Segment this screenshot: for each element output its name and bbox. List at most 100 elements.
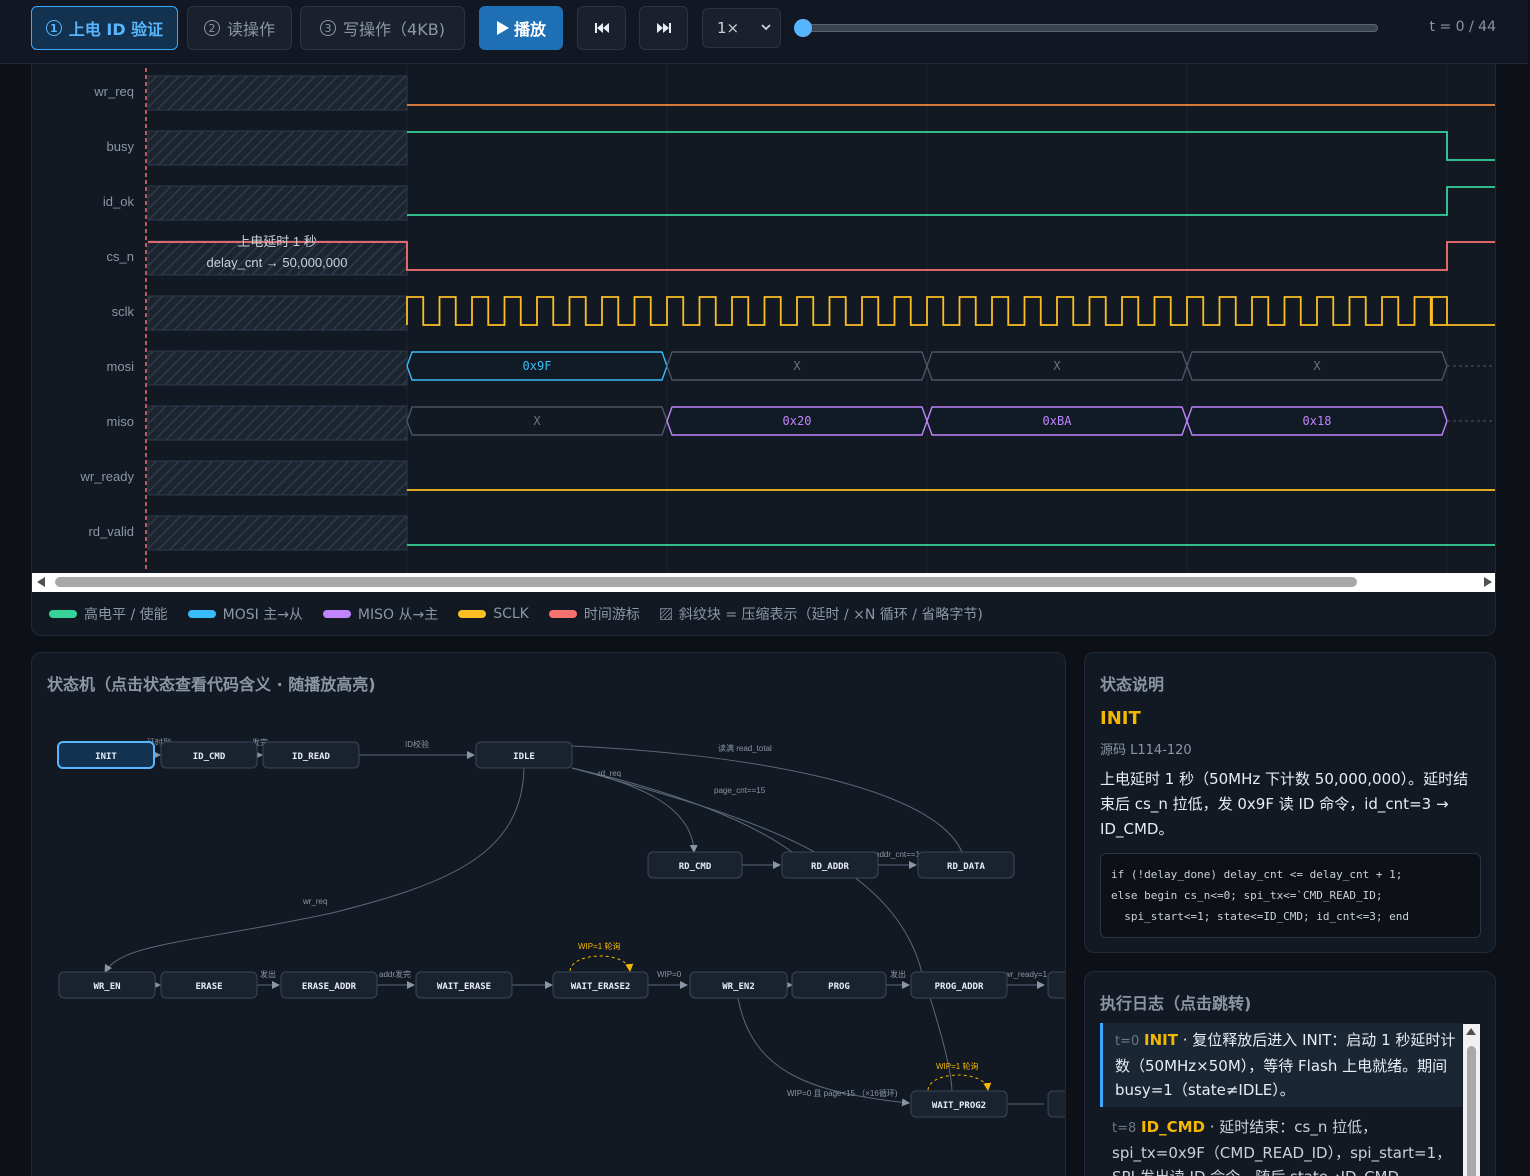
scrollbar-thumb[interactable] [55,577,1357,587]
edge-label: WIP=1 轮询 [936,1061,978,1071]
legend-label: MISO 从→主 [357,607,439,623]
fsm-state-label: PROG_ADDR [935,982,984,992]
edge-label: WIP=0 且 page<15 （×16循环) [787,1088,898,1098]
fsm-title: 状态机（点击状态查看代码含义 · 随播放高亮) [47,675,376,694]
fsm-state-id-read[interactable]: ID_READ [262,741,360,769]
legend-swatch [187,610,216,618]
edge-label: wr_ready=1 [1004,970,1048,979]
fsm-state-wait-prog2[interactable]: WAIT_PROG2 [910,1090,1008,1118]
fsm-state-label: ID_CMD [193,752,226,762]
code-line: else begin cs_n<=0; spi_tx<=`CMD_READ_ID… [1111,889,1383,902]
scroll-right-icon[interactable] [1484,577,1492,587]
state-description: 上电延时 1 秒（50MHz 下计数 50,000,000）。延时结束后 cs_… [1100,770,1469,838]
fsm-state-label: RD_ADDR [811,862,850,872]
log-entry[interactable]: t=0 INIT · 复位释放后进入 INIT：启动 1 秒延时计数（50MHz… [1100,1023,1462,1107]
compressed-block [147,515,408,551]
timeline-slider-track[interactable] [803,24,1378,32]
fsm-state-clipped[interactable] [1047,971,1066,999]
log-state: INIT [1144,1031,1178,1049]
fsm-canvas: 延时到 发完 ID校验 读满 read_total rd_req page_cn… [57,737,1066,1118]
step-forward-button[interactable] [639,6,688,50]
compressed-block [147,75,408,111]
play-button[interactable]: 播放 [479,6,563,50]
scenario-tab-read[interactable]: 2 读操作 [187,6,292,50]
scrollbar-thumb[interactable] [1467,1046,1476,1176]
vertical-scrollbar[interactable] [1463,1024,1480,1176]
signal-label-rd-valid: rd_valid [88,524,134,539]
fsm-state-label: ID_READ [292,752,331,762]
bus-byte-label: X [1313,359,1321,373]
compressed-block [147,405,408,441]
execution-log-panel: 执行日志（点击跳转) t=0 INIT · 复位释放后进入 INIT：启动 1 … [1084,971,1496,1176]
signal-label-sclk: sclk [112,304,135,319]
fsm-state-prog-addr[interactable]: PROG_ADDR [910,971,1008,999]
scroll-left-icon[interactable] [37,577,45,587]
compressed-block [147,185,408,221]
compressed-block [147,460,408,496]
edge-label: WIP=0 [657,970,682,979]
fsm-state-clipped[interactable] [1047,1090,1066,1118]
edge-label: WIP=1 轮询 [578,941,620,951]
legend-swatch [458,610,487,618]
fsm-state-wait-erase2[interactable]: WAIT_ERASE2 [552,971,649,999]
legend-item: SCLK [458,606,529,622]
legend-label: MOSI 主→从 [222,607,303,623]
skip-forward-icon [656,23,671,33]
fsm-state-wr-en[interactable]: WR_EN [58,971,156,999]
waveform-sclk [406,296,1495,326]
log-entry[interactable]: t=8 ID_CMD · 延时结束：cs_n 拉低，spi_tx=0x9F（CM… [1100,1115,1462,1176]
waveform-canvas: wr_reqbusy id_ok cs_nsclk mosi miso wr_readyr… [80,64,1495,573]
edge-label: 读满 read_total [718,743,772,753]
bus-byte-label: 0xBA [1043,414,1073,428]
scroll-up-icon[interactable] [1466,1028,1476,1035]
fsm-state-rd-cmd[interactable]: RD_CMD [647,851,743,879]
source-reference: 源码 L114-120 [1100,743,1192,758]
signal-label-miso: miso [107,414,134,429]
chevron-down-icon [761,24,771,31]
bus-byte-label: 0x18 [1303,414,1332,428]
fsm-panel: 延时到 发完 ID校验 读满 read_total rd_req page_cn… [31,652,1066,1176]
speed-select[interactable]: 1× [702,8,781,48]
edge-label: wr_req [302,897,327,906]
code-line: spi_start<=1; state<=ID_CMD; id_cnt<=3; … [1111,910,1410,923]
fsm-state-prog[interactable]: PROG [791,971,887,999]
fsm-state-wait-erase[interactable]: WAIT_ERASE [415,971,513,999]
bus-byte-label: 0x9F [523,359,552,373]
edge-label: ID校验 [405,739,429,749]
scenario-tab-id-verify[interactable]: 1 上电 ID 验证 [31,6,178,50]
compressed-block [147,295,408,331]
fsm-state-label: INIT [95,752,117,762]
waveform-panel: wr_req busy id_ok cs_n sclk mosi miso wr_ready r… [31,64,1496,636]
bus-byte-label: X [1053,359,1061,373]
hatch-swatch-icon [659,608,672,620]
timeline-slider-thumb[interactable] [794,19,812,37]
fsm-state-rd-addr[interactable]: RD_ADDR [781,851,879,879]
legend-label: 时间游标 [583,607,640,623]
edge-label: 发出 [890,969,906,979]
fsm-state-idle[interactable]: IDLE [475,741,573,769]
fsm-state-label: WAIT_ERASE2 [571,982,631,992]
circled-number-icon: 3 [320,20,337,36]
fsm-state-rd-data[interactable]: RD_DATA [917,851,1015,879]
edge-label: 发出 [260,969,276,979]
fsm-state-id-cmd[interactable]: ID_CMD [160,741,258,769]
signal-label-cs-n: cs_n [107,249,134,264]
compressed-block [147,350,408,386]
scenario-tab-write[interactable]: 3 写操作（4KB) [300,6,465,50]
play-icon [496,21,509,35]
legend-swatch [548,610,577,618]
fsm-state-wr-en2[interactable]: WR_EN2 [689,971,788,999]
fsm-state-erase-addr[interactable]: ERASE_ADDR [280,971,378,999]
fsm-state-erase[interactable]: ERASE [160,971,258,999]
step-back-button[interactable] [577,6,626,50]
circled-number-icon: 2 [203,20,220,36]
signal-label-mosi: mosi [107,359,135,374]
fsm-state-label: RD_DATA [947,862,986,872]
fsm-state-init[interactable]: INIT [57,741,155,769]
legend-item: 斜纹块 = 压缩表示（延时 / ×N 循环 / 省略字节) [659,604,983,624]
info-title: 状态说明 [1100,675,1165,694]
legend: 高电平 / 使能 MOSI 主→从 MISO 从→主 SCLK 时间游标 斜纹块… [49,604,983,624]
signal-label-busy: busy [107,139,135,154]
edge-label: page_cnt==15 [714,786,766,795]
horizontal-scrollbar[interactable] [32,573,1495,592]
